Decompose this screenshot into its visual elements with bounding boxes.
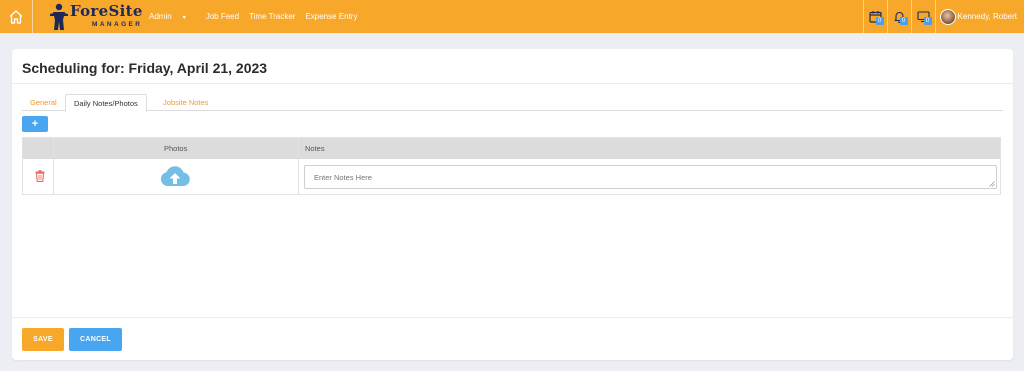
cloud-upload-icon[interactable] <box>159 165 191 187</box>
navbar-right: 0 0 0 Kennedy, Robert <box>862 0 1024 33</box>
avatar <box>939 8 956 25</box>
logo-subtext: MANAGER <box>92 21 143 28</box>
caret-down-icon: ▾ <box>182 15 186 21</box>
tab-daily-notes-photos[interactable]: Daily Notes/Photos <box>65 94 147 112</box>
user-name: Kennedy, Robert <box>957 12 1017 21</box>
main-nav: Admin ▾ Job Feed Time Tracker Expense Ent… <box>149 0 367 33</box>
nav-expense-entry[interactable]: Expense Entry <box>305 12 357 21</box>
page-title: Scheduling for: Friday, April 21, 2023 <box>22 60 268 76</box>
column-divider <box>298 138 299 194</box>
tab-general[interactable]: General <box>22 94 65 111</box>
logo-figure-icon <box>50 3 68 30</box>
tab-jobsite-notes[interactable]: Jobsite Notes <box>155 94 216 111</box>
nav-job-feed[interactable]: Job Feed <box>206 12 239 21</box>
calendar-badge: 0 <box>875 17 884 25</box>
foresite-logo[interactable]: ForeSite MANAGER <box>48 2 142 31</box>
save-button[interactable]: SAVE <box>22 328 64 351</box>
logo-text: ForeSite <box>70 2 143 20</box>
divider <box>12 317 1013 318</box>
resize-handle-icon[interactable] <box>989 181 995 187</box>
calendar-button[interactable]: 0 <box>862 0 887 33</box>
home-icon <box>9 9 23 24</box>
column-divider <box>53 138 54 194</box>
messages-button[interactable]: 0 <box>910 0 935 33</box>
trash-icon[interactable] <box>35 170 45 182</box>
nav-admin[interactable]: Admin ▾ <box>149 12 196 21</box>
tab-bar: General Daily Notes/Photos Jobsite Notes <box>22 94 1003 112</box>
messages-badge: 0 <box>923 17 932 25</box>
table-header: Photos Notes <box>23 138 1000 159</box>
add-row-button[interactable]: + <box>22 116 48 132</box>
notifications-button[interactable]: 0 <box>886 0 911 33</box>
user-menu[interactable]: Kennedy, Robert <box>934 0 1024 33</box>
column-header-notes: Notes <box>305 144 325 153</box>
nav-admin-label: Admin <box>149 12 172 21</box>
notes-input[interactable] <box>304 165 997 189</box>
cancel-button[interactable]: CANCEL <box>69 328 122 351</box>
home-button[interactable] <box>0 0 33 33</box>
top-navbar: ForeSite MANAGER Admin ▾ Job Feed Time Tr… <box>0 0 1024 33</box>
scheduling-card: Scheduling for: Friday, April 21, 2023 G… <box>12 49 1013 360</box>
nav-time-tracker[interactable]: Time Tracker <box>249 12 295 21</box>
notes-photos-table: Photos Notes <box>22 137 1001 195</box>
notifications-badge: 0 <box>899 17 908 25</box>
column-header-photos: Photos <box>164 144 188 153</box>
divider <box>12 83 1013 84</box>
